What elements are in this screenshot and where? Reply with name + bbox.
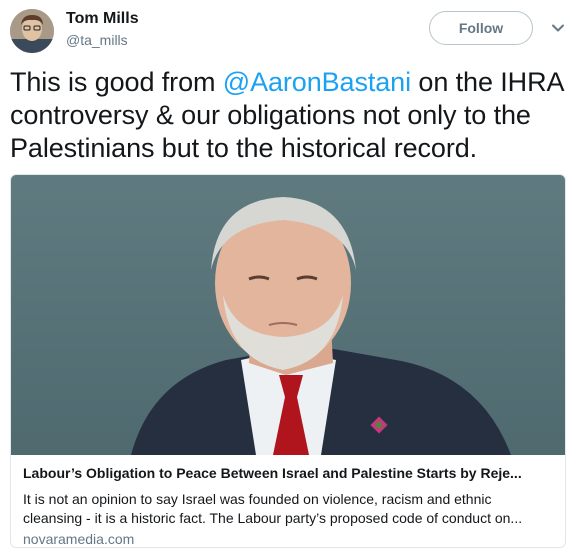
author-name[interactable]: Tom Mills: [66, 10, 139, 28]
author-handle[interactable]: @ta_mills: [66, 32, 128, 48]
follow-button[interactable]: Follow: [429, 11, 533, 45]
mention-link[interactable]: @AaronBastani: [223, 67, 411, 97]
avatar[interactable]: [10, 9, 54, 53]
card-title[interactable]: Labour’s Obligation to Peace Between Isr…: [23, 465, 553, 481]
card-description: It is not an opinion to say Israel was f…: [23, 491, 523, 526]
card-image[interactable]: [11, 175, 565, 455]
tweet-text: This is good from @AaronBastani on the I…: [10, 66, 570, 165]
tweet-text-before: This is good from: [10, 67, 223, 97]
link-card[interactable]: Labour’s Obligation to Peace Between Isr…: [10, 174, 566, 548]
card-domain[interactable]: novaramedia.com: [23, 531, 134, 547]
chevron-down-icon[interactable]: [550, 20, 566, 36]
